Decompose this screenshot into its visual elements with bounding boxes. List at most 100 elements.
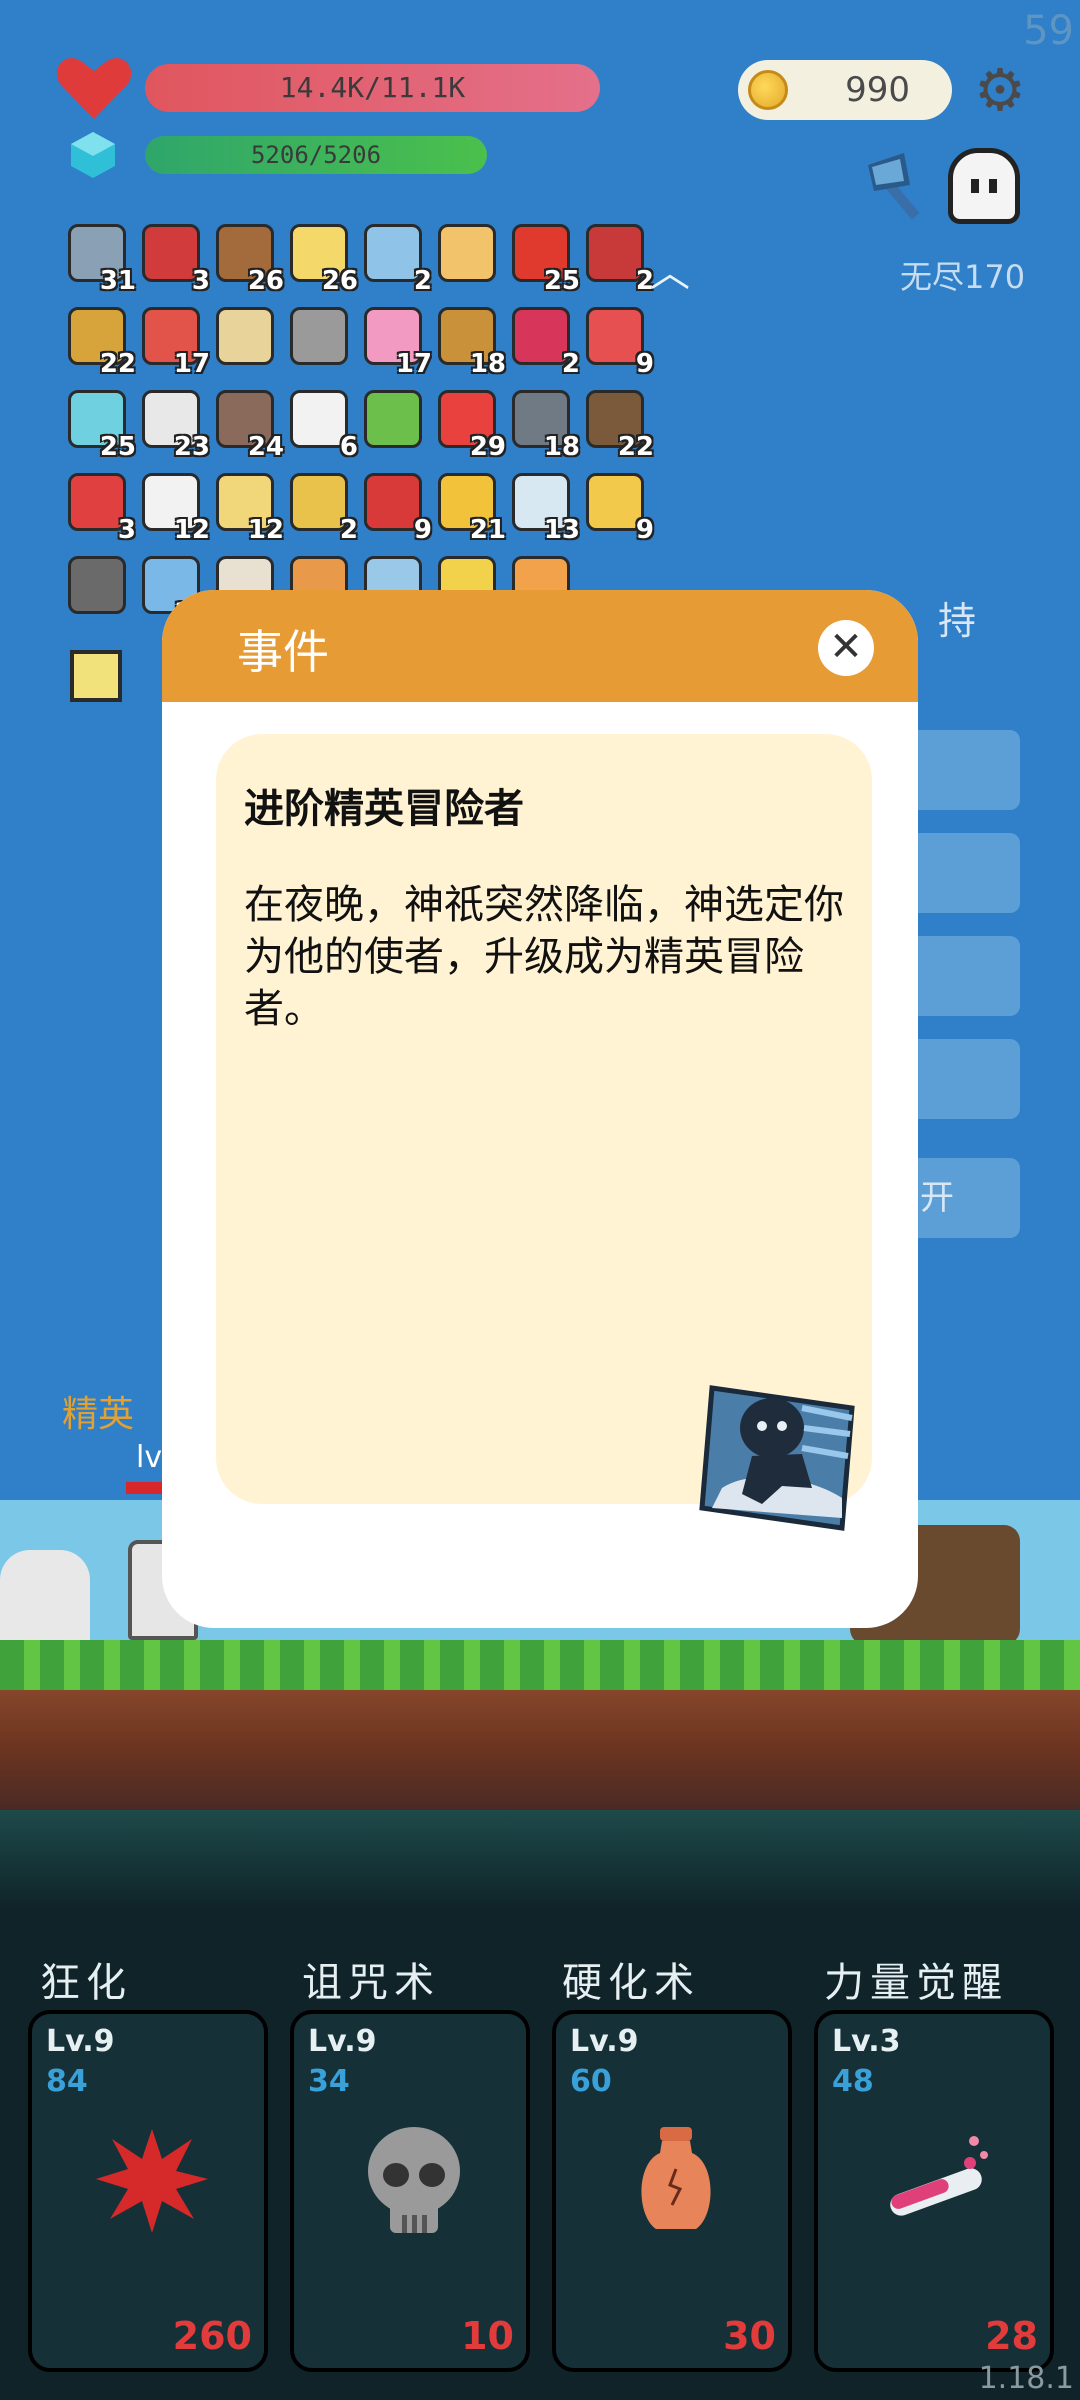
item-bookmark[interactable]: 9 <box>358 469 432 545</box>
item-envelope[interactable]: 23 <box>136 386 210 462</box>
item-ice-cream[interactable]: 17 <box>358 303 432 379</box>
item-count: 3 <box>191 266 210 296</box>
item-flower[interactable]: 26 <box>284 220 358 296</box>
item-cheese[interactable]: 9 <box>580 469 654 545</box>
event-dialog-title: 事件 <box>237 625 329 679</box>
skill-name-harden: 硬化术 <box>562 1960 700 2006</box>
elite-label: 精英 <box>62 1394 135 1435</box>
item-watermelon[interactable]: 17 <box>136 303 210 379</box>
skill-mana: 48 <box>832 2064 874 2099</box>
item-count: 26 <box>321 266 358 296</box>
skill-mana: 60 <box>570 2064 612 2099</box>
item-count: 2 <box>339 515 358 545</box>
skill-name-power-awaken: 力量觉醒 <box>824 1960 1008 2006</box>
item-magnet[interactable]: 3 <box>136 220 210 296</box>
item-count: 2 <box>413 266 432 296</box>
skill-card-berserk[interactable]: Lv.9 84 260 <box>28 2010 268 2372</box>
settings-gear-icon[interactable]: ⚙ <box>970 60 1030 120</box>
viking-helmet-icon <box>290 307 348 365</box>
item-spiked-ball[interactable]: 18 <box>506 386 580 462</box>
item-round-shield[interactable]: 26 <box>210 220 284 296</box>
item-count: 12 <box>247 515 284 545</box>
item-count: 9 <box>413 515 432 545</box>
item-note[interactable]: 12 <box>210 469 284 545</box>
vase-icon <box>641 2127 711 2229</box>
event-title: 进阶精英冒险者 <box>244 786 524 832</box>
fps-counter: 59 <box>1023 8 1074 54</box>
item-count: 21 <box>469 515 506 545</box>
item-count: 22 <box>99 349 136 379</box>
grass-ground <box>0 1640 1080 1690</box>
side-menu-button-4[interactable] <box>900 1039 1020 1119</box>
item-dice[interactable]: 6 <box>284 386 358 462</box>
mana-bar: 5206/5206 <box>145 136 487 174</box>
blood-splat-icon <box>96 2129 208 2233</box>
item-apple[interactable]: 25 <box>506 220 580 296</box>
gold-counter: 990 <box>738 60 952 120</box>
item-scroll[interactable] <box>210 303 282 375</box>
mana-crystal-icon <box>71 132 115 178</box>
item-count: 25 <box>543 266 580 296</box>
ghost-pet-icon[interactable] <box>948 148 1020 224</box>
green-card-icon <box>364 390 422 448</box>
item-sword[interactable]: 31 <box>62 220 136 296</box>
item-count: 13 <box>543 515 580 545</box>
gold-amount: 990 <box>845 70 910 110</box>
cloud-rock <box>0 1550 90 1640</box>
item-count: 6 <box>339 432 358 462</box>
skill-name-curse: 诅咒术 <box>302 1960 440 2006</box>
shadow-runner-illustration <box>699 1385 855 1531</box>
item-ghost[interactable]: 12 <box>136 469 210 545</box>
skill-cost: 10 <box>461 2314 514 2358</box>
item-pill[interactable]: 9 <box>580 303 654 379</box>
item-count: 18 <box>543 432 580 462</box>
side-menu-button-3[interactable] <box>900 936 1020 1016</box>
item-count: 18 <box>469 349 506 379</box>
item-mortar[interactable] <box>62 552 134 624</box>
skill-card-harden[interactable]: Lv.9 60 30 <box>552 2010 792 2372</box>
item-count: 3 <box>117 515 136 545</box>
skill-mana: 84 <box>46 2064 88 2099</box>
endless-level-label: 无尽170 <box>900 258 1026 296</box>
item-count: 22 <box>617 432 654 462</box>
portrait-thumbnail[interactable] <box>70 650 122 702</box>
item-shirt[interactable]: 2 <box>358 220 432 296</box>
side-menu-open-button[interactable]: 开 <box>900 1158 1020 1238</box>
item-short-sword[interactable] <box>432 220 504 292</box>
hp-bar: 14.4K/11.1K <box>145 64 600 112</box>
item-count: 24 <box>247 432 284 462</box>
item-count: 23 <box>173 432 210 462</box>
item-count: 31 <box>99 266 136 296</box>
item-red-shield[interactable]: 2 <box>580 220 654 296</box>
item-strawberry[interactable]: 29 <box>432 386 506 462</box>
coin-icon <box>748 70 788 110</box>
skill-mana: 34 <box>308 2064 350 2099</box>
axe-icon[interactable] <box>860 145 940 225</box>
skill-cost: 260 <box>172 2314 252 2358</box>
item-inventory: 31 3 26 26 2 25 2 22 17 17 18 2 9 25 23 24 6 29 18 22 3 12 12 2… <box>62 220 662 635</box>
skill-card-curse[interactable]: Lv.9 34 10 <box>290 2010 530 2372</box>
side-menu-button-2[interactable] <box>900 833 1020 913</box>
item-feather[interactable]: 25 <box>62 386 136 462</box>
item-gem[interactable]: 2 <box>506 303 580 379</box>
side-menu-text: 持 <box>938 599 977 643</box>
item-count: 9 <box>635 515 654 545</box>
item-green-card[interactable] <box>358 386 430 458</box>
skill-level: Lv.9 <box>46 2024 115 2059</box>
version-label: 1.18.1 <box>978 2361 1074 2396</box>
item-sock[interactable]: 3 <box>62 469 136 545</box>
item-count: 17 <box>173 349 210 379</box>
skill-card-power-awaken[interactable]: Lv.3 48 28 <box>814 2010 1054 2372</box>
item-ring[interactable]: 2 <box>284 469 358 545</box>
item-door[interactable]: 24 <box>210 386 284 462</box>
item-viking-helmet[interactable] <box>284 303 356 375</box>
side-menu-button-1[interactable] <box>900 730 1020 810</box>
chevron-up-icon[interactable]: ︿ <box>650 240 700 296</box>
item-count: 17 <box>395 349 432 379</box>
item-book[interactable]: 18 <box>432 303 506 379</box>
item-durian[interactable]: 22 <box>62 303 136 379</box>
item-coconut[interactable]: 22 <box>580 386 654 462</box>
item-molecule[interactable]: 13 <box>506 469 580 545</box>
close-icon[interactable]: ✕ <box>818 620 874 676</box>
item-battery[interactable]: 21 <box>432 469 506 545</box>
